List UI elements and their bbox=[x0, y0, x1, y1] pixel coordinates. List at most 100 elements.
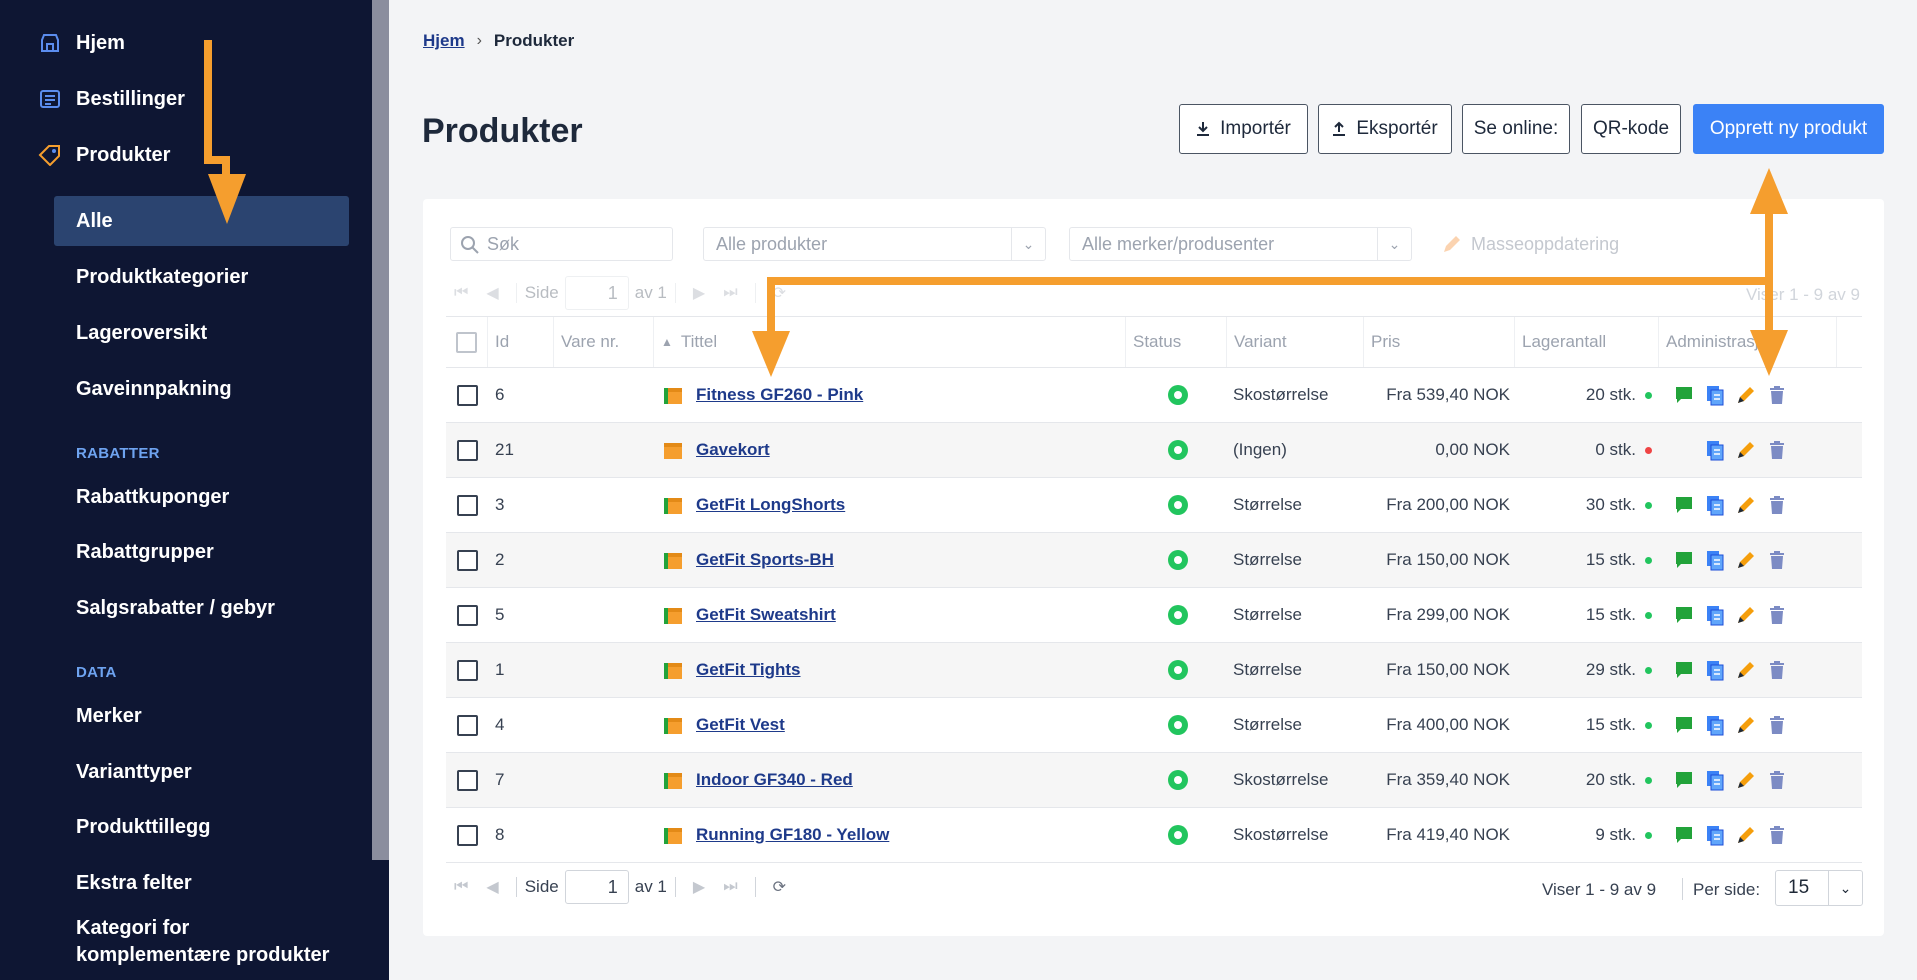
edit-pencil-icon[interactable] bbox=[1735, 769, 1757, 791]
see-online-button[interactable]: Se online: bbox=[1462, 104, 1570, 154]
next-page-icon[interactable]: ▶ bbox=[693, 283, 705, 303]
sidebar-item-product-addons[interactable]: Produkttillegg bbox=[76, 816, 210, 839]
status-active-icon[interactable] bbox=[1167, 825, 1188, 845]
copy-icon[interactable] bbox=[1704, 549, 1726, 571]
table-row[interactable]: 2 GetFit Sports-BH Størrelse Fra 150,00 NOK… bbox=[446, 533, 1862, 588]
status-active-icon[interactable] bbox=[1167, 660, 1188, 680]
copy-icon[interactable] bbox=[1704, 494, 1726, 516]
sidebar-item-variant-types[interactable]: Varianttyper bbox=[76, 761, 192, 784]
mass-update-button[interactable]: Masseoppdatering bbox=[1441, 233, 1619, 255]
copy-icon[interactable] bbox=[1704, 384, 1726, 406]
product-filter-select[interactable]: Alle produkter ⌄ bbox=[703, 227, 1046, 261]
trash-icon[interactable] bbox=[1766, 714, 1788, 736]
trash-icon[interactable] bbox=[1766, 604, 1788, 626]
edit-pencil-icon[interactable] bbox=[1735, 714, 1757, 736]
row-checkbox[interactable] bbox=[456, 769, 478, 791]
create-product-button[interactable]: Opprett ny produkt bbox=[1693, 104, 1884, 154]
edit-pencil-icon[interactable] bbox=[1735, 549, 1757, 571]
column-header-price[interactable]: Pris bbox=[1364, 317, 1515, 367]
last-page-icon[interactable]: ⏭ bbox=[723, 284, 737, 302]
export-button[interactable]: Eksportér bbox=[1318, 104, 1452, 154]
edit-pencil-icon[interactable] bbox=[1735, 824, 1757, 846]
copy-icon[interactable] bbox=[1704, 769, 1726, 791]
trash-icon[interactable] bbox=[1766, 769, 1788, 791]
column-header-stock[interactable]: Lagerantall bbox=[1515, 317, 1659, 367]
product-title-link[interactable]: GetFit Sweatshirt bbox=[696, 605, 836, 625]
table-row[interactable]: 3 GetFit LongShorts Størrelse Fra 200,00 NO… bbox=[446, 478, 1862, 533]
sidebar-scrollbar[interactable] bbox=[372, 0, 389, 860]
nav-item-orders[interactable]: Bestillinger bbox=[38, 87, 185, 111]
comment-icon[interactable] bbox=[1673, 494, 1695, 516]
table-row[interactable]: 4 GetFit Vest Størrelse Fra 400,00 NOK 15 st… bbox=[446, 698, 1862, 753]
table-row[interactable]: 21 Gavekort (Ingen) 0,00 NOK 0 stk. bbox=[446, 423, 1862, 478]
sidebar-item-brands[interactable]: Merker bbox=[76, 705, 142, 728]
edit-pencil-icon[interactable] bbox=[1735, 384, 1757, 406]
breadcrumb-home-link[interactable]: Hjem bbox=[423, 31, 465, 51]
status-active-icon[interactable] bbox=[1167, 770, 1188, 790]
prev-page-icon[interactable]: ◀ bbox=[486, 283, 498, 303]
column-header-title[interactable]: ▲ Tittel bbox=[654, 317, 1126, 367]
edit-pencil-icon[interactable] bbox=[1735, 439, 1757, 461]
row-checkbox[interactable] bbox=[456, 604, 478, 626]
edit-pencil-icon[interactable] bbox=[1735, 494, 1757, 516]
row-checkbox[interactable] bbox=[456, 714, 478, 736]
trash-icon[interactable] bbox=[1766, 439, 1788, 461]
select-all-checkbox[interactable] bbox=[456, 331, 477, 353]
row-checkbox[interactable] bbox=[456, 384, 478, 406]
status-active-icon[interactable] bbox=[1167, 715, 1188, 735]
column-header-sku[interactable]: Vare nr. bbox=[554, 317, 654, 367]
trash-icon[interactable] bbox=[1766, 494, 1788, 516]
nav-item-home[interactable]: Hjem bbox=[38, 31, 125, 55]
trash-icon[interactable] bbox=[1766, 824, 1788, 846]
product-title-link[interactable]: Gavekort bbox=[696, 440, 770, 460]
status-active-icon[interactable] bbox=[1167, 495, 1188, 515]
status-active-icon[interactable] bbox=[1167, 550, 1188, 570]
comment-icon[interactable] bbox=[1673, 604, 1695, 626]
next-page-icon[interactable]: ▶ bbox=[693, 877, 705, 897]
table-row[interactable]: 5 GetFit Sweatshirt Størrelse Fra 299,00 NO… bbox=[446, 588, 1862, 643]
last-page-icon[interactable]: ⏭ bbox=[723, 878, 737, 896]
edit-pencil-icon[interactable] bbox=[1735, 659, 1757, 681]
copy-icon[interactable] bbox=[1704, 439, 1726, 461]
column-header-status[interactable]: Status bbox=[1126, 317, 1227, 367]
product-title-link[interactable]: Fitness GF260 - Pink bbox=[696, 385, 863, 405]
row-checkbox[interactable] bbox=[456, 824, 478, 846]
sidebar-item-gift-wrapping[interactable]: Gaveinnpakning bbox=[76, 378, 232, 401]
first-page-icon[interactable]: ⏮ bbox=[454, 878, 468, 896]
status-active-icon[interactable] bbox=[1167, 385, 1188, 405]
trash-icon[interactable] bbox=[1766, 659, 1788, 681]
comment-icon[interactable] bbox=[1673, 549, 1695, 571]
row-checkbox[interactable] bbox=[456, 494, 478, 516]
sidebar-item-extra-fields[interactable]: Ekstra felter bbox=[76, 872, 192, 895]
per-page-select[interactable]: 15 ⌄ bbox=[1775, 870, 1863, 906]
qr-code-button[interactable]: QR-kode bbox=[1581, 104, 1681, 154]
search-input[interactable]: Søk bbox=[450, 227, 673, 261]
comment-icon[interactable] bbox=[1673, 384, 1695, 406]
refresh-icon[interactable]: ⟳ bbox=[773, 877, 786, 897]
trash-icon[interactable] bbox=[1766, 549, 1788, 571]
import-button[interactable]: Importér bbox=[1179, 104, 1308, 154]
copy-icon[interactable] bbox=[1704, 659, 1726, 681]
comment-icon[interactable] bbox=[1673, 824, 1695, 846]
table-row[interactable]: 8 Running GF180 - Yellow Skostørrelse Fra 4… bbox=[446, 808, 1862, 863]
trash-icon[interactable] bbox=[1766, 384, 1788, 406]
brand-filter-select[interactable]: Alle merker/produsenter ⌄ bbox=[1069, 227, 1412, 261]
sidebar-item-coupons[interactable]: Rabattkuponger bbox=[76, 486, 229, 509]
page-input[interactable]: 1 bbox=[564, 276, 629, 310]
comment-icon[interactable] bbox=[1673, 659, 1695, 681]
product-title-link[interactable]: GetFit Vest bbox=[696, 715, 785, 735]
comment-icon[interactable] bbox=[1673, 714, 1695, 736]
edit-pencil-icon[interactable] bbox=[1735, 604, 1757, 626]
copy-icon[interactable] bbox=[1704, 824, 1726, 846]
column-header-id[interactable]: Id bbox=[488, 317, 554, 367]
status-active-icon[interactable] bbox=[1167, 605, 1188, 625]
copy-icon[interactable] bbox=[1704, 604, 1726, 626]
row-checkbox[interactable] bbox=[456, 439, 478, 461]
sidebar-item-all[interactable]: Alle bbox=[54, 196, 349, 246]
nav-item-products[interactable]: Produkter bbox=[38, 143, 170, 167]
page-input[interactable]: 1 bbox=[564, 870, 629, 904]
sidebar-item-discount-groups[interactable]: Rabattgrupper bbox=[76, 541, 214, 564]
product-title-link[interactable]: GetFit Tights bbox=[696, 660, 801, 680]
table-row[interactable]: 6 Fitness GF260 - Pink Skostørrelse Fra 539… bbox=[446, 368, 1862, 423]
prev-page-icon[interactable]: ◀ bbox=[486, 877, 498, 897]
